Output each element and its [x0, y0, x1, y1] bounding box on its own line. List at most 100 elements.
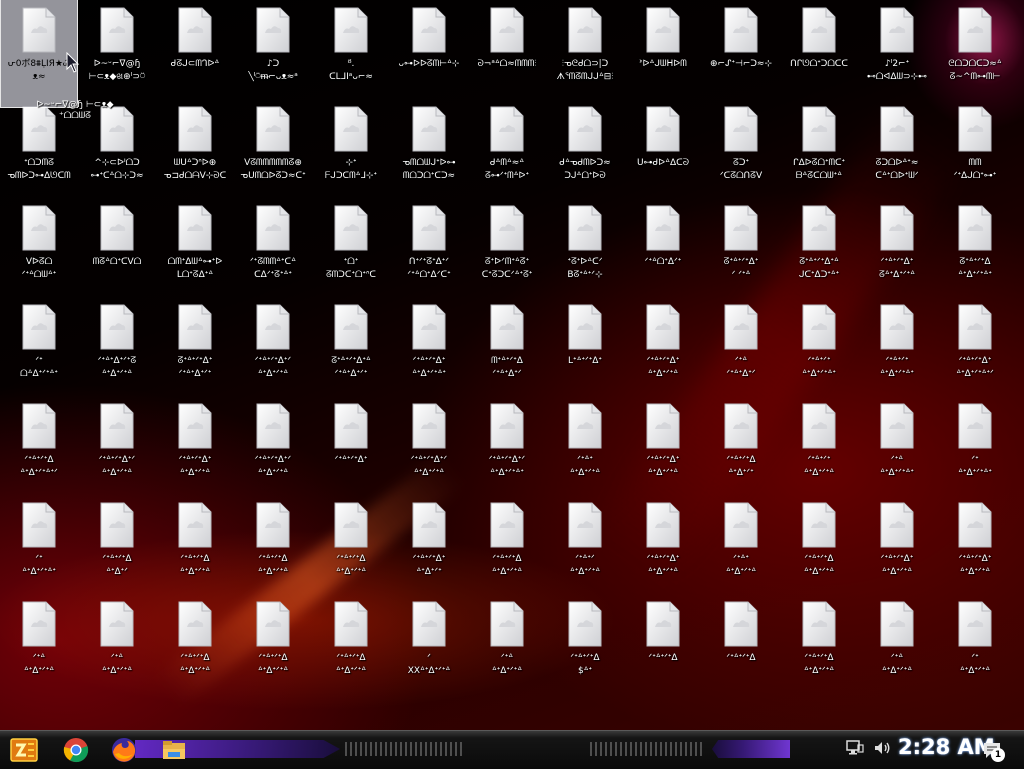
- desktop-file-icon[interactable]: ᒪᐩᐞᐩᐟᐩᐃᐩ: [546, 297, 624, 396]
- desktop-file-icon[interactable]: ᘔᑐᗝᐅᐞᐩ≈ ᑕᐞᐩᗝᐅᐩᗯᐟ: [858, 99, 936, 198]
- desktop-file-icon[interactable]: ᐟᐩᐞᐩᐟᐩᐃᐩᐟ ᐞᐩᐃᐩᐟᐩᐞᐩ: [468, 396, 546, 495]
- desktop-file-icon[interactable]: ᐯᘔᗰᗰᗰᗰᗰᘔ⊕ ᓀᑌᗰᗝᐅᘔᑐ≈ᑕᐩ: [234, 99, 312, 198]
- file-icon-label: ⫶ᓀᘓᑯᗝ⊃|ᑐ ᗑᕐᗰᘔᗰᒍᒍᐞ⊟⫶: [547, 58, 623, 84]
- desktop-file-icon[interactable]: ᘐ¬ᵃᐞᗝ≈ᗰᗰᗰ⫶: [468, 0, 546, 99]
- desktop-file-icon[interactable]: ᐟᐩᐞ ᐞᐩᐃᐩᐟᐩᐞ: [858, 594, 936, 693]
- desktop-file-icon[interactable]: ᐟᐩᐞᐩᐟᐩᐃᐩ ᐞᐩᐃᐩᐟᐩᐞᐩᐟ: [936, 297, 1014, 396]
- desktop-file-icon[interactable]: ᐟᐩᐞᐩᐟᐩᐃᐩ ᐞᐩᐃᐩᐟᐩᐞ: [624, 495, 702, 594]
- desktop-file-icon[interactable]: ᐟᐩᐞᐩᐟᐩᐃ ᐞᐩᐃᐩᐟᐩᐞ: [468, 495, 546, 594]
- desktop-file-icon[interactable]: ᒋᐃᐅᘔᗝᐩᗰᑕᐩ ᗷᐞᘔᑕᗝᗯᐩᐞ: [780, 99, 858, 198]
- desktop-file-icon[interactable]: ᐟᐩᐞᐩᐟᐩᐃ ᐞᐩᐃᐩᐟᐩᐞ: [312, 495, 390, 594]
- desktop-file-icon[interactable]: ᘔᐩᐞᐩᐟᐩᐃ ᐞᐩᐃᐩᐟᐩᐞᐩ: [936, 198, 1014, 297]
- file-icon-label-line: ᐞᐩᐃᐩᐟᐩᐞ: [569, 468, 601, 478]
- desktop-file-icon[interactable]: ᗝᗰᐩᐃᗯᐞ⊶ᐩᐅ ᒪᗝᐩᘔᐃᐩᐞ: [156, 198, 234, 297]
- desktop-file-icon[interactable]: ᐟᐩᐞᐩᐟᐩᐃ: [624, 594, 702, 693]
- network-icon[interactable]: [846, 740, 864, 756]
- desktop-file-icon[interactable]: ᐟᐩᐞᐩᐟᐩ ᐞᐩᐃᐩᐟᐩᐞᐩ: [780, 297, 858, 396]
- start-button[interactable]: [6, 735, 42, 765]
- desktop-file-icon[interactable]: ᐟᐩᐞᐩᐟᐩᐃ ᐞᐩᐃᐩᐟᐩᐞ: [156, 594, 234, 693]
- desktop-file-icon[interactable]: ᑯᐞᓀᑯᗰᐅᑐ≈ ᑐᒍᐞᗝᐩᐅᘐ: [546, 99, 624, 198]
- desktop-file-icon[interactable]: ᐟᐩᐞᐩᐟᐩ ᐞᐩᐃᐩᐟᐩᐞᐩ: [858, 297, 936, 396]
- desktop-file-icon[interactable]: ᐟᐩᐞᐩᐟᐩ ᐞᐩᐃᐩᐟᐩᐞ: [780, 396, 858, 495]
- desktop-file-icon[interactable]: ᐟᐩᐞᐩᐟᐩᐃ $ᐞᐩ: [546, 594, 624, 693]
- desktop-file-icon[interactable]: ᐟᐩᐞᐩᐟᐩᐃ ᐞᐩᐃᐩᐟᐩᐞ: [780, 495, 858, 594]
- desktop-file-icon[interactable]: ᐟᐩᐞᐩᐟᐩᐃᐩ ᐞᐩᐃᐩᐟᐩᐞ: [624, 396, 702, 495]
- desktop-file-icon[interactable]: ᐟᐩᐞᐩᐟᐩᐃ ᐞᐩᐃᐩᐟᐩᐞ: [234, 594, 312, 693]
- desktop-file-icon[interactable]: ᘔᐩᐞᐩᐟᐩᐃᐩᐞ ᒍᑕᐩᐃᑐᐩᐞᐩ: [780, 198, 858, 297]
- desktop-file-icon[interactable]: ᐟᐩᐞᐩᐟᐩᐃᐩ: [312, 396, 390, 495]
- desktop-file-icon[interactable]: ᐟᐩᐞ ᐞᐩᐃᐩᐟᐩᐞ: [468, 594, 546, 693]
- desktop-file-icon[interactable]: ᐟᐩᐞᐩᐟᐩᐃᐩ ᐞᐩᐃᐩᐟᐩᐞ: [858, 495, 936, 594]
- desktop-file-icon[interactable]: ᐟᐩᐞᐩᐟᐩᐃᐩ ᐞᐩᐃᐩᐟᐩ: [390, 495, 468, 594]
- desktop-file-icon[interactable]: ᴽ. ᑕLᒧIᵃᴗ⌐≈: [312, 0, 390, 99]
- desktop-file-icon[interactable]: ᐟᐩᐞᐩᐟᐩᐃ ᐞᐩᐃᐩᐟ: [78, 495, 156, 594]
- desktop-file-icon[interactable]: ᐟᐩᐞᐩᐟᐩᐃᐩ ᐞᐩᐃᐩᐟᐩᐞ: [624, 297, 702, 396]
- desktop-file-icon[interactable]: ᑎᒋᘎᗝᐩᑐᗝᑕᑕ: [780, 0, 858, 99]
- desktop-file-icon[interactable]: ᐟᐩᐞᐩᐟᐩᐃᐩᐟ ᐞᐩᐃᐩᐟᐩᐞ: [390, 396, 468, 495]
- desktop-file-icon[interactable]: ᕑᐅᐞᒍᗯᕼᐅᗰ: [624, 0, 702, 99]
- desktop-file-icon[interactable]: ᐩᘔᐩᐅᐞᑕᐟ Bᘔᐩᐞᐩᐟ⊹: [546, 198, 624, 297]
- desktop-file-icon[interactable]: ᐟᐩᐞᗝᐩᐃᐟᐩ: [624, 198, 702, 297]
- file-icon-label-line: ᐟᐩᐞᐩᐟᐩᐃ: [180, 554, 210, 564]
- desktop-file-icon[interactable]: ᗰᐩᐞᐩᐟᐩᐃ ᐟᐩᐞᐩᐃᐩᐟ: [468, 297, 546, 396]
- desktop-file-icon[interactable]: ᘔᑐᐩ ᐟᑕᘔᗝᑎᘔᐯ: [702, 99, 780, 198]
- desktop-file-icon[interactable]: ᴗ⊶ᐅᐅᘔᗰ⊢ᐞ⊹: [390, 0, 468, 99]
- file-explorer-icon[interactable]: [160, 736, 188, 764]
- desktop-file-icon[interactable]: ᘓᗝᑐᗝᑕᑐ≈ᐞ ᘔ~^ᗰ⊶ᗰ⊢: [936, 0, 1014, 99]
- desktop-file-icon[interactable]: ᘔᐩᐞᐩᐟᐩᐃᐩ ᐟᐩᐞᐩᐃᐩᐟᐩ: [156, 297, 234, 396]
- desktop-file-icon[interactable]: ᐟᐩ ᐞᐩᐃᐩᐟᐩᐞᐩ: [936, 396, 1014, 495]
- desktop-file-icon[interactable]: ᐯᐅᘔᗝ ᐟᐩᐞᗝᗯᐞᐩ: [0, 198, 78, 297]
- file-icon-label-line: ᐟᐩᐞᐩᐟᐩᐃᐩ: [958, 554, 992, 564]
- desktop-file-icon[interactable]: ᗰᘔᐞᗝᐩᑕᐯᗝ: [78, 198, 156, 297]
- desktop-file-icon[interactable]: ᐟᐩᐞ ᐞᐩᐃᐩᐟᐩᐞ: [0, 594, 78, 693]
- desktop-file-icon[interactable]: ᐟᐩᐞᐩᐟᐩᐃ ᐞᐩᐃᐩᐟᐩ: [702, 396, 780, 495]
- desktop-file-icon[interactable]: ᐟ XXᐞᐩᐃᐩᐟᐩᐞ: [390, 594, 468, 693]
- chrome-icon[interactable]: [62, 736, 90, 764]
- desktop-file-icon[interactable]: ᐟᐩᐞᐩᐃᐩᐟᐩᘔ ᐞᐩᐃᐩᐟᐩᐞ: [78, 297, 156, 396]
- desktop-file-icon[interactable]: ᐅ~ᵕ⌐ᐁ@ɧ ⊢⊂ᴥ◆ଖ⊕ᴵ⊃⍥: [78, 0, 156, 99]
- desktop-file-icon[interactable]: ᐟᐩᐞᐩᐟᐩᐃ: [702, 594, 780, 693]
- desktop-file-icon[interactable]: ᐟᐩᐞᐩᐟᐩᐃᐩ ᘔᐞᐩᐃᐩᐟᐩᐞ: [858, 198, 936, 297]
- desktop-file-icon[interactable]: ᐟᐩᐞ ᐟᐩᐞᐩᐃᐩᐟ: [702, 297, 780, 396]
- desktop-file-icon[interactable]: ᑯᐞᗰᐞ≈ᐞ ᘔ⊶ᐟᐩᗰᐞᐅᐩ: [468, 99, 546, 198]
- desktop-file-icon[interactable]: ♪ᑐ ╲ᴵ⍥ᵯ⌐ᴗᴥ≈ᵃ: [234, 0, 312, 99]
- desktop-file-icon[interactable]: ᐟᐩᐞᐩ ᐞᐩᐃᐩᐟᐩᐞ: [546, 396, 624, 495]
- desktop-file-icon[interactable]: ᐟᐩᐞᐩᐟᐩᐃᐩ ᐞᐩᐃᐩᐟᐩᐞᐩ: [390, 297, 468, 396]
- desktop-file-icon[interactable]: ᐟᐩᐞᐩᐟᐩᐃᐩᐟ ᐞᐩᐃᐩᐟᐩᐞ: [78, 396, 156, 495]
- desktop-file-icon[interactable]: ᐟᐩᘔᗰᗰᐞᐩᑕᐞ ᑕᐃᐟᐩᘔᐩᐞᐩ: [234, 198, 312, 297]
- desktop-file-icon[interactable]: ᗰᗰ ᐟᐩᐃᒍᗝᐩ⊶ᐩ: [936, 99, 1014, 198]
- desktop-file-icon[interactable]: ᐟᐩᐞᐩᐟᐩᐃ ᐞᐩᐃᐩᐟᐩᐞ: [312, 594, 390, 693]
- desktop-file-icon[interactable]: ♪ᴵ2⌐ᐩ ⊷ᗝᐊᐃᗯ⊃⊹⊷: [858, 0, 936, 99]
- desktop-file-icon[interactable]: ᘔᐩᐅᐟᗰᐩᐞᘔᐩ ᑕᐩᘔᑐᑕᐟᐞᐩᘔᐩ: [468, 198, 546, 297]
- desktop-file-icon[interactable]: ᐟᐩᐞᐩ ᐞᐩᐃᐩᐟᐩᐞ: [702, 495, 780, 594]
- desktop-file-icon[interactable]: ᐟᐩᐞᐩᐟᐩᐃᐩ ᐞᐩᐃᐩᐟᐩᐞ: [156, 396, 234, 495]
- desktop-file-icon[interactable]: ᓀᗰᗝᗯᒍᐩᐅ⊶ ᗰᗝᑐᗝᐩᑕᑐ≈: [390, 99, 468, 198]
- desktop-file-icon[interactable]: ᐟᐩᐞᐩᐟᐩᐃ ᐞᐩᐃᐩᐟᐩᐞ: [234, 495, 312, 594]
- desktop-file-icon[interactable]: ᐟᐩ ᐞᐩᐃᐩᐟᐩᐞ: [936, 594, 1014, 693]
- desktop-file-icon[interactable]: ᐩᗝᐩ ᘔᗰᑐᑕᐩᗝᐩᐢᑕ: [312, 198, 390, 297]
- desktop-file-icon[interactable]: ᐟᐩᐞᐩᐟᐩᐃ ᐞᐩᐃᐩᐟᐩᐞᐩᐟ: [0, 396, 78, 495]
- desktop-file-icon[interactable]: ᐟᐩᐞᐩᐟᐩᐃᐩᐟ ᐞᐩᐃᐩᐟᐩᐞ: [234, 297, 312, 396]
- desktop-file-icon[interactable]: ᐟᐩᐞᐩᐟᐩᐃ ᐞᐩᐃᐩᐟᐩᐞ: [780, 594, 858, 693]
- desktop-file-icon[interactable]: ᑯᘔᒍ⊂ᗰᒉᐅᐞ: [156, 0, 234, 99]
- desktop-file-icon[interactable]: ᐟᐩᐞ ᐞᐩᐃᐩᐟᐩᐞ: [78, 594, 156, 693]
- firefox-icon[interactable]: [110, 736, 138, 764]
- desktop-file-icon[interactable]: ᑌ⊶ᑯᐅᐞᐃᑕᘐ: [624, 99, 702, 198]
- volume-icon[interactable]: [874, 740, 892, 756]
- desktop-file-icon[interactable]: ᐟᐩᐞᐩᐟᐩᐃᐩᐟ ᐞᐩᐃᐩᐟᐩᐞ: [234, 396, 312, 495]
- desktop-file-icon[interactable]: ᑎᐩᐟᐩᘔᐩᐃᐩᐟ ᐟᐩᐞᗝᐩᐃᐟᑕᐩ: [390, 198, 468, 297]
- desktop-file-icon[interactable]: ᘔᐩᐞᐩᐟᐩᐃᐩ ᐟ ᐟᐩᐞ: [702, 198, 780, 297]
- desktop-file-icon[interactable]: ⫶ᓀᘓᑯᗝ⊃|ᑐ ᗑᕐᗰᘔᗰᒍᒍᐞ⊟⫶: [546, 0, 624, 99]
- desktop-file-icon[interactable]: ᗯᑌᐞᑐᐢᐅ⊕ ᓀ⊐ᑯᗝᗩᐯ⊹ᘐᑕ: [156, 99, 234, 198]
- desktop-file-icon[interactable]: ᐟᐩᐞᐩᐟᐩᐃᐩ ᐞᐩᐃᐩᐟᐩᐞ: [936, 495, 1014, 594]
- desktop-file-icon[interactable]: ᘔᐩᐞᐩᐟᐩᐃᐩᐞ ᐟᐩᐞᐩᐃᐩᐟᐩ: [312, 297, 390, 396]
- desktop-file-icon[interactable]: ᐟᐩ ᗝᐞᐃᐩᐟᐩᐞᐩ: [0, 297, 78, 396]
- desktop-file-icon[interactable]: ᐟᐩ ᐞᐩᐃᐩᐟᐩᐞᐩ: [0, 495, 78, 594]
- desktop-file-icon[interactable]: ⊕⌐ᔑᐩ⊣⌐ᑐ≈⊹: [702, 0, 780, 99]
- taskbar-clock[interactable]: 2:28 AM: [898, 735, 995, 759]
- desktop-file-icon[interactable]: ᐟᐩᐞᐩᐟᐩᐃ ᐞᐩᐃᐩᐟᐩᐞ: [156, 495, 234, 594]
- desktop-file-icon[interactable]: ᐟᐩᐞ ᐞᐩᐃᐩᐟᐩᐞᐩ: [858, 396, 936, 495]
- desktop-file-icon[interactable]: ⊹ᐩ ᖴᒍᑐᑕᗰᐞᒧ⊹ᐩ: [312, 99, 390, 198]
- desktop-file-icon[interactable]: ᐟᐩᐞᐩᐟ ᐞᐩᐃᐩᐟᐩᐞ: [546, 495, 624, 594]
- desktop[interactable]: ᕂ0ボ8⩩ḶIЯ★Ꮚ ᴥ≈ ᐅ~ᵕ⌐ᐁ@ɧ ⊢⊂ᴥ◆ଖ⊕ᴵ⊃⍥ ᑯᘔᒍ⊂ᗰᒉᐅᐞ ♪ᑐ ╲ᴵ…: [0, 0, 1024, 730]
